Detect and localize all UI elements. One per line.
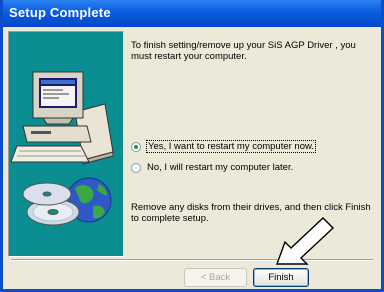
pointer-arrow-icon	[276, 217, 335, 265]
restart-now-radio[interactable]	[131, 141, 141, 152]
title-bar[interactable]: Setup Complete	[3, 0, 381, 27]
setup-complete-window: Setup Complete To finish setting/remove …	[0, 0, 384, 292]
restart-later-option[interactable]: No, I will restart my computer later.	[131, 162, 293, 173]
restart-later-radio[interactable]	[131, 162, 141, 173]
restart-later-label[interactable]: No, I will restart my computer later.	[147, 162, 293, 173]
finish-button[interactable]: Finish	[253, 268, 309, 287]
computer-icon	[10, 71, 114, 165]
window-title: Setup Complete	[9, 5, 111, 20]
back-button[interactable]: < Back	[184, 268, 247, 287]
restart-message: To finish setting/remove up your SiS AGP…	[131, 40, 356, 62]
restart-now-label[interactable]: Yes, I want to restart my computer now.	[146, 140, 316, 153]
restart-now-option[interactable]: Yes, I want to restart my computer now.	[131, 140, 316, 153]
wizard-illustration	[8, 31, 124, 257]
